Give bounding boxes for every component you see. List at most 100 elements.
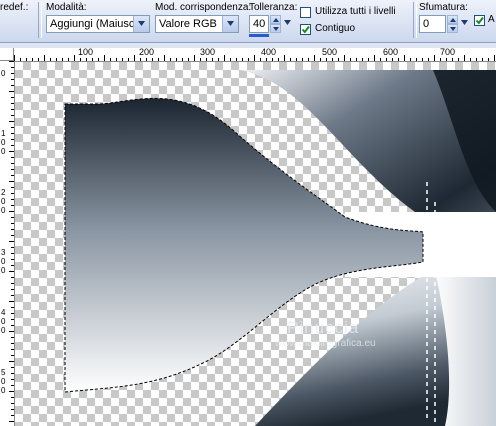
ruler-tick [194,55,195,61]
ruler-tick [254,55,255,61]
ruler-tick [32,58,33,61]
ruler-tick [20,58,21,61]
match-mode-value: Valore RGB [159,18,217,30]
feather-dropdown-icon[interactable] [460,18,469,30]
ruler-tick [416,58,417,61]
ruler-tick [488,58,489,61]
ruler-tick [9,61,14,62]
ruler-tick [11,145,14,146]
ruler-label: 1 [1,129,6,138]
ruler-tick [11,235,14,236]
ruler-label: 0 [1,69,6,78]
antialias-checkbox[interactable] [474,15,485,26]
ruler-tick [146,58,147,61]
spin-down-icon[interactable] [270,24,281,33]
feather-input[interactable]: 0 [419,15,446,33]
tolerance-dropdown-icon[interactable] [283,18,292,30]
ruler-tick [80,58,81,61]
ruler-tick [11,97,14,98]
match-mode-label: Mod. corrispondenza: [155,2,252,13]
ruler-tick [74,55,75,61]
ruler-tick [386,58,387,61]
tolerance-label: Tolleranza: [249,2,298,13]
spin-down-icon[interactable] [447,24,458,33]
ruler-tick [326,58,327,61]
ruler-tick [11,169,14,170]
ruler-tick [236,58,237,61]
ruler-tick [464,55,465,61]
ruler-tick [11,223,14,224]
ruler-label: 300 [200,48,216,57]
ruler-tick [272,58,273,61]
checkmark-icon [475,16,484,25]
ruler-label: 2 [1,188,6,197]
ruler-tick [11,193,14,194]
horizontal-ruler[interactable]: 100 200 300 400 500 600 700 [0,48,496,62]
ruler-label: 600 [383,48,399,57]
ruler-tick [11,367,14,368]
ruler-tick [11,319,14,320]
ruler-tick [248,58,249,61]
ruler-tick [92,58,93,61]
ruler-label: 0 [1,138,6,147]
ruler-tick [104,55,105,61]
ruler-tick [116,58,117,61]
modality-select[interactable]: Aggiungi (Maiusc) [46,15,150,33]
ruler-tick [11,103,14,104]
tolerance-slider[interactable] [249,34,269,37]
ruler-tick [200,58,201,61]
ruler-tick [9,211,14,212]
ruler-label: 0 [1,326,6,335]
ruler-tick [11,85,14,86]
ruler-tick [470,58,471,61]
ruler-tick [242,58,243,61]
match-mode-select[interactable]: Valore RGB [155,15,239,33]
ruler-tick [230,58,231,61]
chevron-down-icon[interactable] [133,16,149,32]
ruler-tick [11,385,14,386]
canvas-artwork [64,70,496,426]
ruler-tick [170,58,171,61]
modality-label: Modalità: [46,2,87,13]
vertical-ruler[interactable]: 0 1 0 0 2 0 0 3 0 0 4 0 0 5 0 0 [0,61,15,426]
ruler-tick [11,415,14,416]
ruler-tick [11,217,14,218]
ruler-label: 500 [322,48,338,57]
image-canvas[interactable]: Pinuccia www.maidiregrafica.eu [15,62,496,426]
ruler-tick [9,91,14,92]
spin-up-icon[interactable] [447,15,458,24]
ruler-tick [404,55,405,61]
modality-value: Aggiungi (Maiusc) [50,18,139,30]
contiguous-checkbox[interactable] [300,24,311,35]
ruler-tick [9,361,14,362]
feather-stepper[interactable] [447,15,458,33]
ruler-tick [296,58,297,61]
toolbar-separator [413,2,417,38]
ruler-tick [11,187,14,188]
ruler-tick [11,79,14,80]
ruler-tick [440,58,441,61]
ruler-tick [11,229,14,230]
ruler-tick [308,58,309,61]
tolerance-input[interactable]: 40 [249,15,269,33]
ruler-tick [476,58,477,61]
ruler-tick [9,301,14,302]
ruler-tick [188,58,189,61]
chevron-down-icon[interactable] [222,16,238,32]
use-all-layers-checkbox[interactable] [300,7,311,18]
ruler-label: 0 [1,266,6,275]
ruler-tick [9,271,14,272]
tolerance-stepper[interactable] [270,15,281,33]
ruler-tick [38,58,39,61]
ruler-tick [98,58,99,61]
ruler-label: 700 [440,48,456,57]
use-all-layers-label: Utilizza tutti i livelli [315,6,396,17]
ruler-tick [134,55,135,61]
ruler-tick [212,58,213,61]
ruler-label: 0 [1,386,6,395]
ruler-tick [11,355,14,356]
ruler-tick [11,403,14,404]
spin-up-icon[interactable] [270,15,281,24]
ruler-tick [11,205,14,206]
ruler-tick [218,58,219,61]
